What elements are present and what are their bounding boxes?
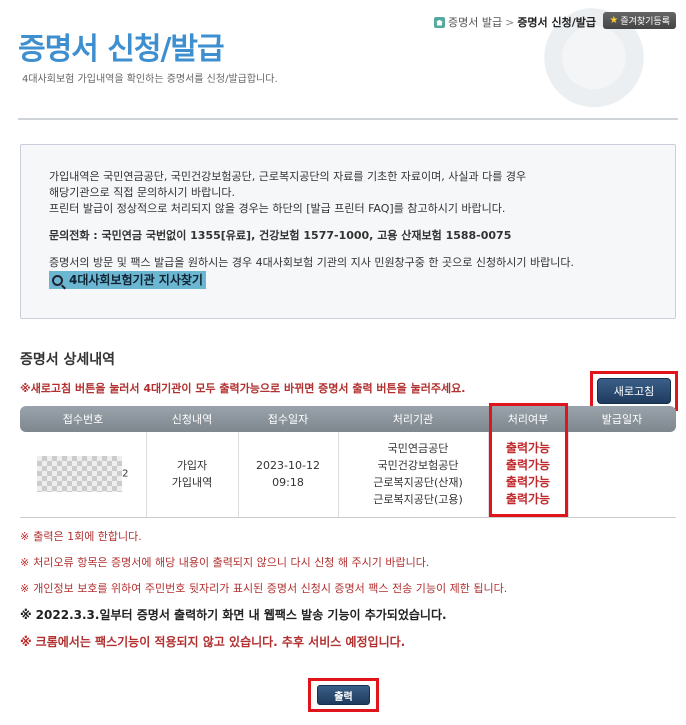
note-item: ※ 출력은 1회에 한합니다. [20, 528, 507, 544]
contact-info: 문의전화 : 국민연금 국번없이 1355[유료], 건강보험 1577-100… [49, 229, 512, 242]
note-item: ※ 2022.3.3.일부터 증명서 출력하기 화면 내 웹팩스 발송 기능이 추… [20, 606, 507, 623]
status-badge: 출력가능 [505, 458, 551, 473]
col-header-request: 신청내역 [146, 406, 238, 432]
table-header-row: 접수번호 신청내역 접수일자 처리기관 처리여부 발급일자 [20, 406, 676, 432]
note-text: 크롬에서는 팩스기능이 적용되지 않고 있습니다. 추후 서비스 예정입니다. [35, 635, 406, 649]
note-text: 2022.3.3.일부터 증명서 출력하기 화면 내 웹팩스 발송 기능이 추가… [35, 608, 447, 622]
print-highlight: 출력 [308, 678, 379, 712]
note-item: ※ 크롬에서는 팩스기능이 적용되지 않고 있습니다. 추후 서비스 예정입니다. [20, 633, 507, 650]
note-mark: ※ [20, 530, 30, 543]
section-title: 증명서 상세내역 [20, 352, 116, 368]
info-box: 가입내역은 국민연금공단, 국민건강보험공단, 근로복지공단의 자료를 기초한 … [20, 144, 676, 319]
info-line: 증명서의 방문 및 팩스 발급을 원하시는 경우 4대사회보험 기관의 지사 민… [49, 256, 574, 269]
page-title: 증명서 신청/발급 [18, 32, 225, 67]
breadcrumb-separator: > [505, 15, 515, 29]
find-branch-link[interactable]: 4대사회보험기관 지사찾기 [49, 271, 206, 289]
note-mark: ※ [20, 608, 32, 622]
page-description: 4대사회보험 가입내역을 확인하는 증명서를 신청/발급합니다. [22, 74, 278, 85]
col-header-receipt-no: 접수번호 [20, 406, 146, 432]
note-text: 개인정보 보호를 위하여 주민번호 뒷자리가 표시된 증명서 신청시 증명서 팩… [33, 582, 508, 595]
note-text: 출력은 1회에 한합니다. [33, 530, 142, 543]
request-line: 가입자 [176, 459, 208, 473]
status-cell: 출력가능 출력가능 출력가능 출력가능 [488, 432, 569, 518]
receipt-number-cell: 2 [20, 432, 147, 518]
breadcrumb: 증명서 발급 > 증명서 신청/발급 [433, 14, 596, 30]
breadcrumb-current: 증명서 신청/발급 [517, 16, 596, 29]
table-row: 2 가입자 가입내역 2023-10-12 09:18 국민연금공단 국민건강보… [20, 432, 676, 518]
col-header-status: 처리여부 [488, 406, 568, 432]
print-button[interactable]: 출력 [317, 685, 370, 705]
add-favorite-label: 즐겨찾기등록 [620, 17, 670, 27]
magnifier-icon [52, 274, 63, 286]
info-line: 프린터 발급이 정상적으로 처리되지 않을 경우는 하단의 [발급 프린터 FA… [49, 202, 506, 215]
certificate-table: 접수번호 신청내역 접수일자 처리기관 처리여부 발급일자 2 가입자 가입내역… [20, 406, 676, 518]
note-item: ※ 처리오류 항목은 증명서에 해당 내용이 출력되지 않으니 다시 신청 해 주… [20, 554, 507, 570]
agency-item: 근로복지공단(고용) [373, 493, 463, 507]
masked-receipt-number [37, 456, 123, 493]
receipt-number-suffix: 2 [122, 468, 129, 480]
agency-item: 국민연금공단 [387, 442, 449, 456]
refresh-button[interactable]: 새로고침 [597, 378, 671, 404]
page-header: 증명서 신청/발급 4대사회보험 가입내역을 확인하는 증명서를 신청/발급합니… [0, 0, 686, 120]
home-icon[interactable] [433, 16, 445, 28]
request-cell: 가입자 가입내역 [146, 432, 239, 518]
info-line: 가입내역은 국민연금공단, 국민건강보험공단, 근로복지공단의 자료를 기초한 … [49, 170, 527, 183]
agency-item: 근로복지공단(산재) [373, 476, 463, 490]
star-icon: ★ [609, 15, 619, 26]
find-branch-label: 4대사회보험기관 지사찾기 [69, 273, 203, 287]
refresh-highlight: 새로고침 [590, 371, 678, 411]
header-divider [18, 118, 678, 120]
request-line: 가입내역 [171, 476, 213, 490]
col-header-agency: 처리기관 [338, 406, 488, 432]
issue-date-cell [568, 432, 676, 518]
note-text: 처리오류 항목은 증명서에 해당 내용이 출력되지 않으니 다시 신청 해 주시… [33, 556, 430, 569]
info-line: 해당기관으로 직접 문의하시기 바랍니다. [49, 186, 236, 199]
note-item: ※ 개인정보 보호를 위하여 주민번호 뒷자리가 표시된 증명서 신청시 증명서 … [20, 580, 507, 596]
note-mark: ※ [20, 635, 32, 649]
receipt-time: 09:18 [272, 476, 304, 490]
refresh-notice: ※새로고침 버튼을 눌러서 4대기관이 모두 출력가능으로 바뀌면 증명서 출력… [20, 382, 466, 395]
note-mark: ※ [20, 556, 30, 569]
status-badge: 출력가능 [505, 492, 551, 507]
receipt-date: 2023-10-12 [256, 459, 320, 473]
date-cell: 2023-10-12 09:18 [238, 432, 339, 518]
notes-list: ※ 출력은 1회에 한합니다. ※ 처리오류 항목은 증명서에 해당 내용이 출력되… [20, 528, 507, 660]
col-header-date: 접수일자 [238, 406, 338, 432]
status-badge: 출력가능 [505, 441, 551, 456]
status-badge: 출력가능 [505, 475, 551, 490]
note-mark: ※ [20, 582, 30, 595]
add-favorite-button[interactable]: ★ 즐겨찾기등록 [603, 12, 676, 29]
col-header-issue-date: 발급일자 [568, 406, 676, 432]
breadcrumb-parent[interactable]: 증명서 발급 [448, 14, 502, 30]
agency-item: 국민건강보험공단 [377, 459, 459, 473]
agency-cell: 국민연금공단 국민건강보험공단 근로복지공단(산재) 근로복지공단(고용) [338, 432, 489, 518]
